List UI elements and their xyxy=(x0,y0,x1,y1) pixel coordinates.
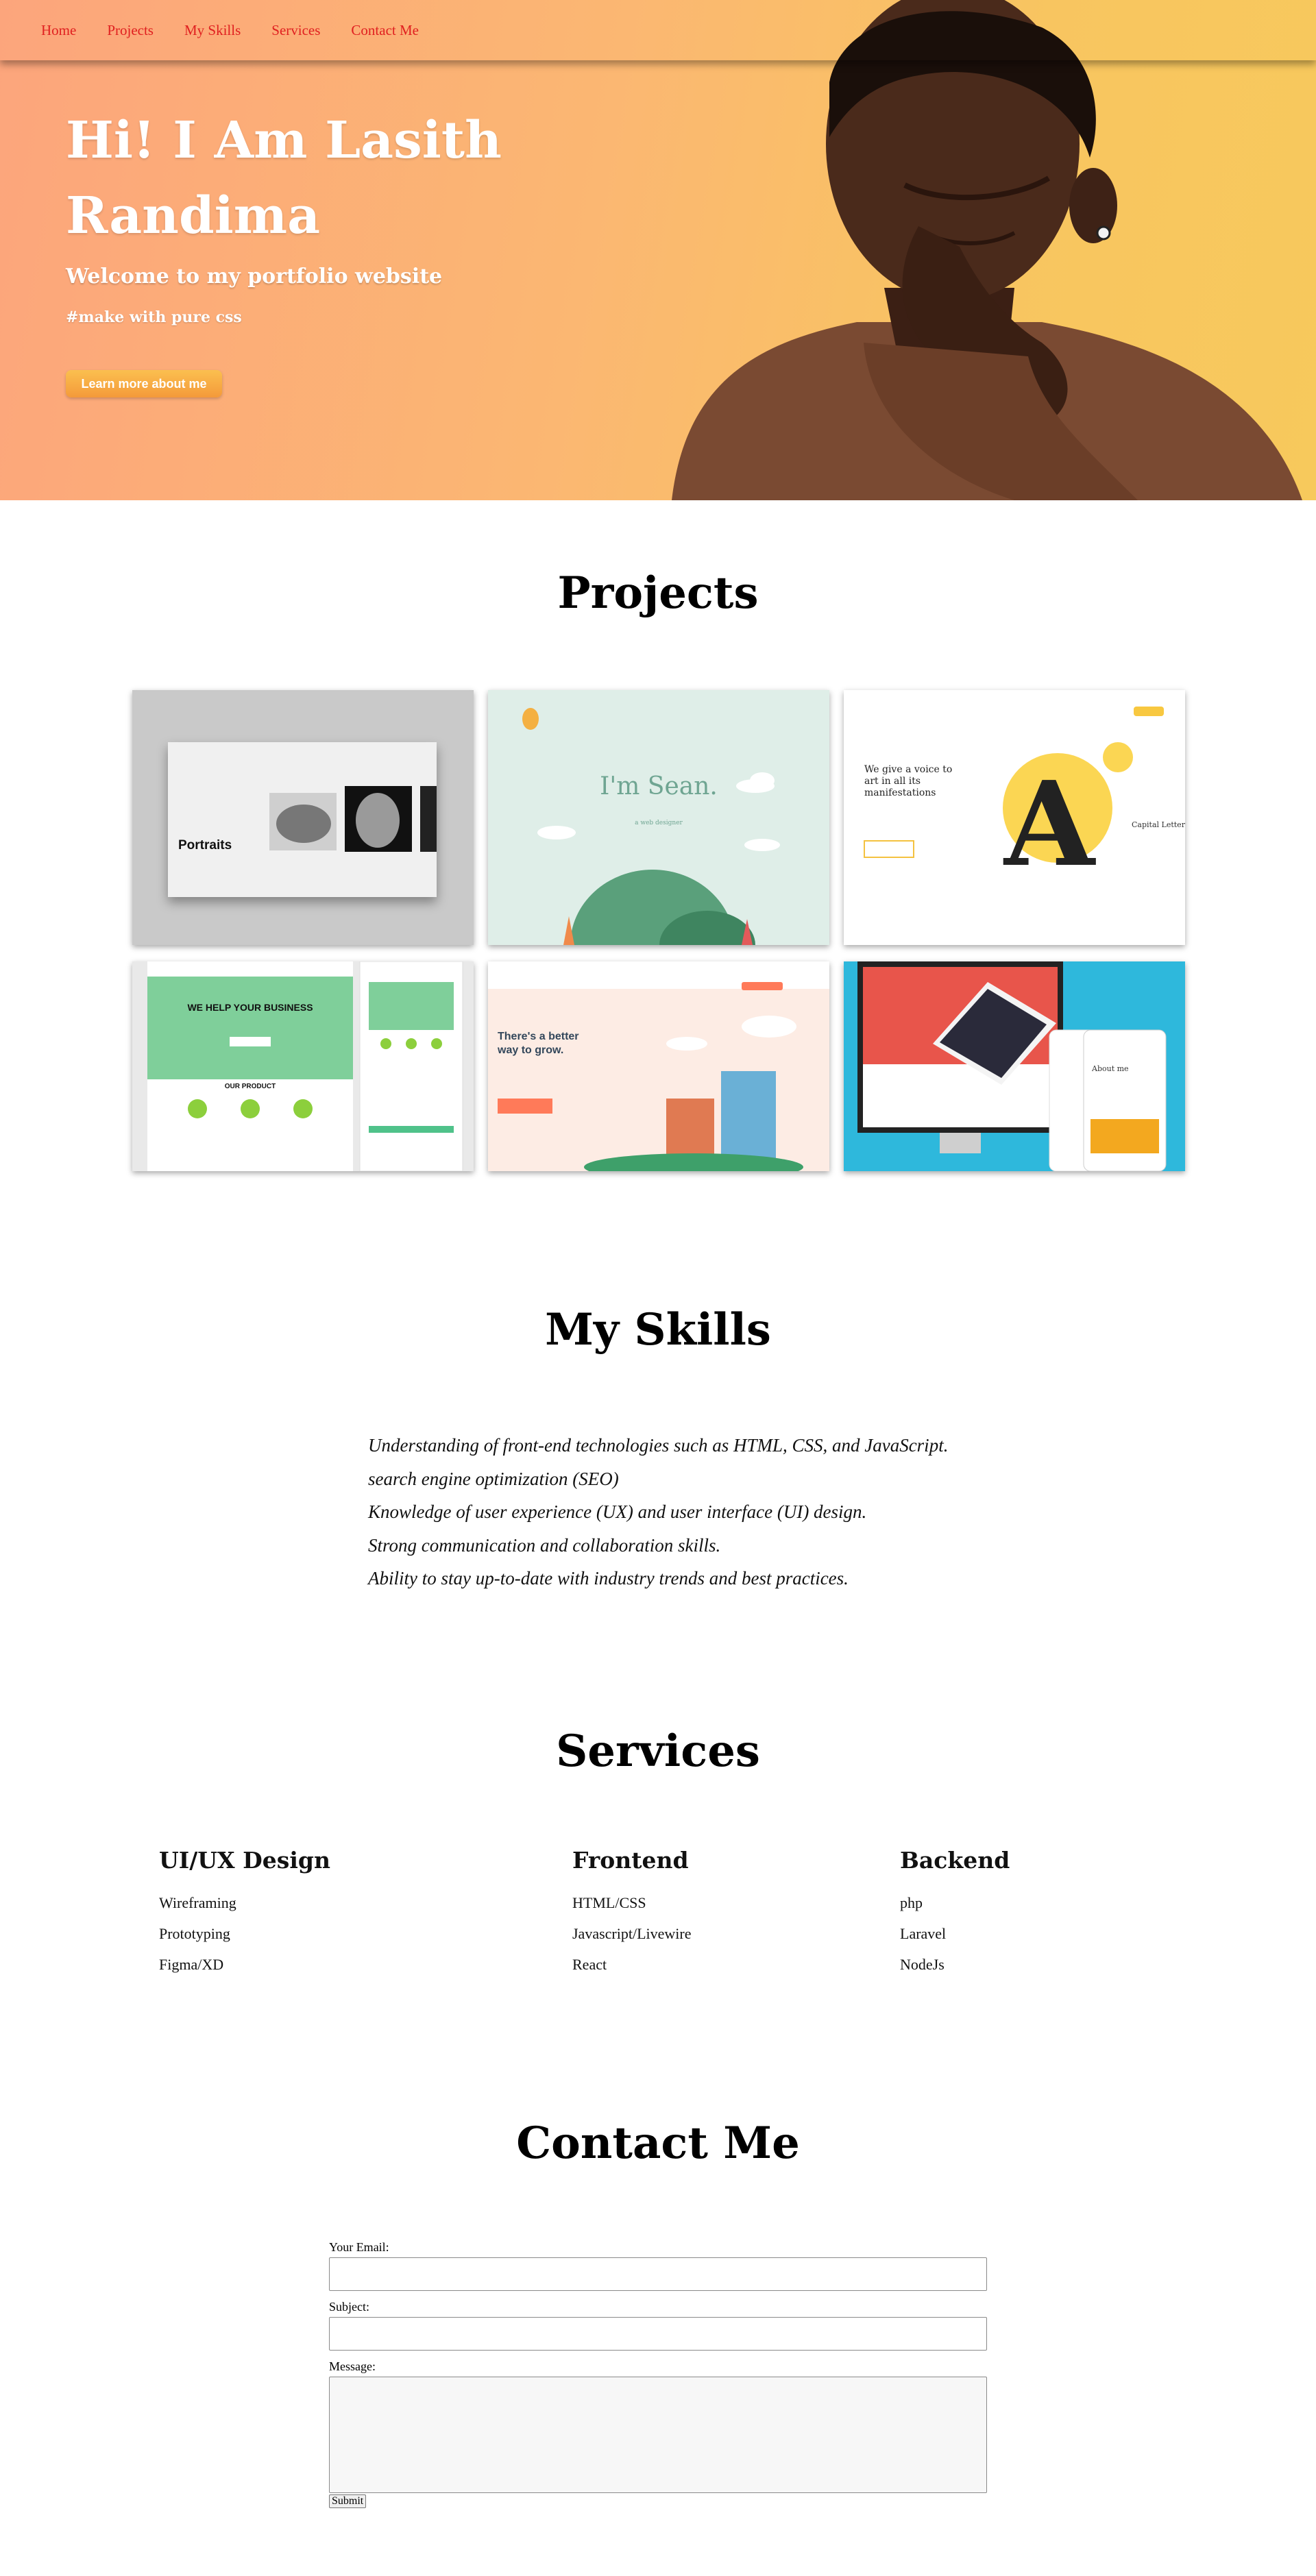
project-thumb-hubspot[interactable]: There's a better way to grow. xyxy=(488,961,829,1171)
capital-caption: We give a voice to art in all its manife… xyxy=(864,764,953,798)
hero-title: Hi! I Am Lasith Randima xyxy=(66,111,502,245)
svg-text:A: A xyxy=(1003,756,1096,893)
hero-tagline: #make with pure css xyxy=(66,308,242,326)
project-thumb-devices[interactable]: About me xyxy=(844,961,1185,1171)
projects-title: Projects xyxy=(557,567,759,619)
skills-title: My Skills xyxy=(545,1304,771,1356)
business-sub: OUR PRODUCT xyxy=(225,1083,276,1090)
hubspot-caption: There's a better way to grow. xyxy=(498,1031,579,1056)
service-item: php xyxy=(900,1894,923,1911)
contact-title: Contact Me xyxy=(516,2118,800,2169)
skill-item: Ability to stay up-to-date with industry… xyxy=(368,1568,849,1588)
hubspot-thumb-image: There's a better way to grow. xyxy=(488,961,829,1171)
service-item: HTML/CSS xyxy=(572,1894,646,1911)
nav-services-link[interactable]: Services xyxy=(271,22,320,39)
service-item: Javascript/Livewire xyxy=(572,1925,692,1942)
services-title: Services xyxy=(556,1726,760,1777)
skills-list: Understanding of front-end technologies … xyxy=(368,1429,985,1595)
message-field[interactable] xyxy=(329,2377,987,2493)
service-item: Figma/XD xyxy=(159,1956,224,1973)
email-label: Your Email: xyxy=(329,2240,389,2254)
top-nav: Home Projects My Skills Services Contact… xyxy=(0,0,1316,60)
email-field[interactable] xyxy=(329,2257,987,2291)
subject-label: Subject: xyxy=(329,2300,369,2314)
skill-item: Strong communication and collaboration s… xyxy=(368,1534,721,1556)
devices-thumb-image: About me xyxy=(844,961,1185,1171)
service-heading: UI/UX Design xyxy=(159,1847,330,1874)
skill-item: search engine optimization (SEO) xyxy=(368,1468,619,1489)
hero-section: Hi! I Am Lasith Randima Welcome to my po… xyxy=(0,0,1316,500)
portrait-image xyxy=(672,0,1302,500)
project-thumb-capital-letters[interactable]: A We give a voice to art in all its mani… xyxy=(844,690,1185,945)
skill-item: Knowledge of user experience (UX) and us… xyxy=(368,1501,867,1522)
service-column-uiux: UI/UX Design Wireframing Prototyping Fig… xyxy=(159,1847,330,1980)
capital-side: Capital Letters xyxy=(1132,820,1185,829)
learn-more-button[interactable]: Learn more about me xyxy=(66,370,222,397)
service-item: Prototyping xyxy=(159,1925,230,1942)
service-heading: Backend xyxy=(900,1847,1010,1874)
nav-skills-link[interactable]: My Skills xyxy=(184,22,241,39)
service-item: Laravel xyxy=(900,1925,947,1942)
project-thumb-portraits[interactable]: Portraits xyxy=(132,690,474,945)
project-thumb-business[interactable]: WE HELP YOUR BUSINESS OUR PRODUCT xyxy=(132,961,474,1171)
business-caption: WE HELP YOUR BUSINESS xyxy=(187,1002,313,1013)
service-column-backend: Backend php Laravel NodeJs xyxy=(900,1847,1010,1980)
portraits-thumb-image: Portraits xyxy=(132,690,474,945)
nav-home-link[interactable]: Home xyxy=(41,22,76,39)
devices-caption: About me xyxy=(1091,1064,1129,1073)
skill-item: Understanding of front-end technologies … xyxy=(368,1435,949,1456)
service-item: NodeJs xyxy=(900,1956,945,1973)
service-item: React xyxy=(572,1956,607,1973)
sean-thumb-image: I'm Sean. a web designer xyxy=(488,690,829,945)
subject-field[interactable] xyxy=(329,2317,987,2351)
nav-contact-link[interactable]: Contact Me xyxy=(351,22,419,39)
portraits-caption: Portraits xyxy=(178,838,232,852)
submit-button[interactable]: Submit xyxy=(329,2494,367,2508)
service-column-frontend: Frontend HTML/CSS Javascript/Livewire Re… xyxy=(572,1847,692,1980)
project-thumb-sean[interactable]: I'm Sean. a web designer xyxy=(488,690,829,945)
capital-letters-thumb-image: A We give a voice to art in all its mani… xyxy=(844,690,1185,945)
service-item: Wireframing xyxy=(159,1894,236,1911)
hero-subtitle: Welcome to my portfolio website xyxy=(66,265,443,289)
service-heading: Frontend xyxy=(572,1847,689,1874)
contact-form: Your Email: Subject: Message: Submit xyxy=(329,2240,987,2508)
sean-caption: I'm Sean. xyxy=(600,772,718,800)
sean-sub: a web designer xyxy=(635,820,683,826)
message-label: Message: xyxy=(329,2359,376,2373)
nav-projects-link[interactable]: Projects xyxy=(107,22,154,39)
business-thumb-image: WE HELP YOUR BUSINESS OUR PRODUCT xyxy=(132,961,474,1171)
